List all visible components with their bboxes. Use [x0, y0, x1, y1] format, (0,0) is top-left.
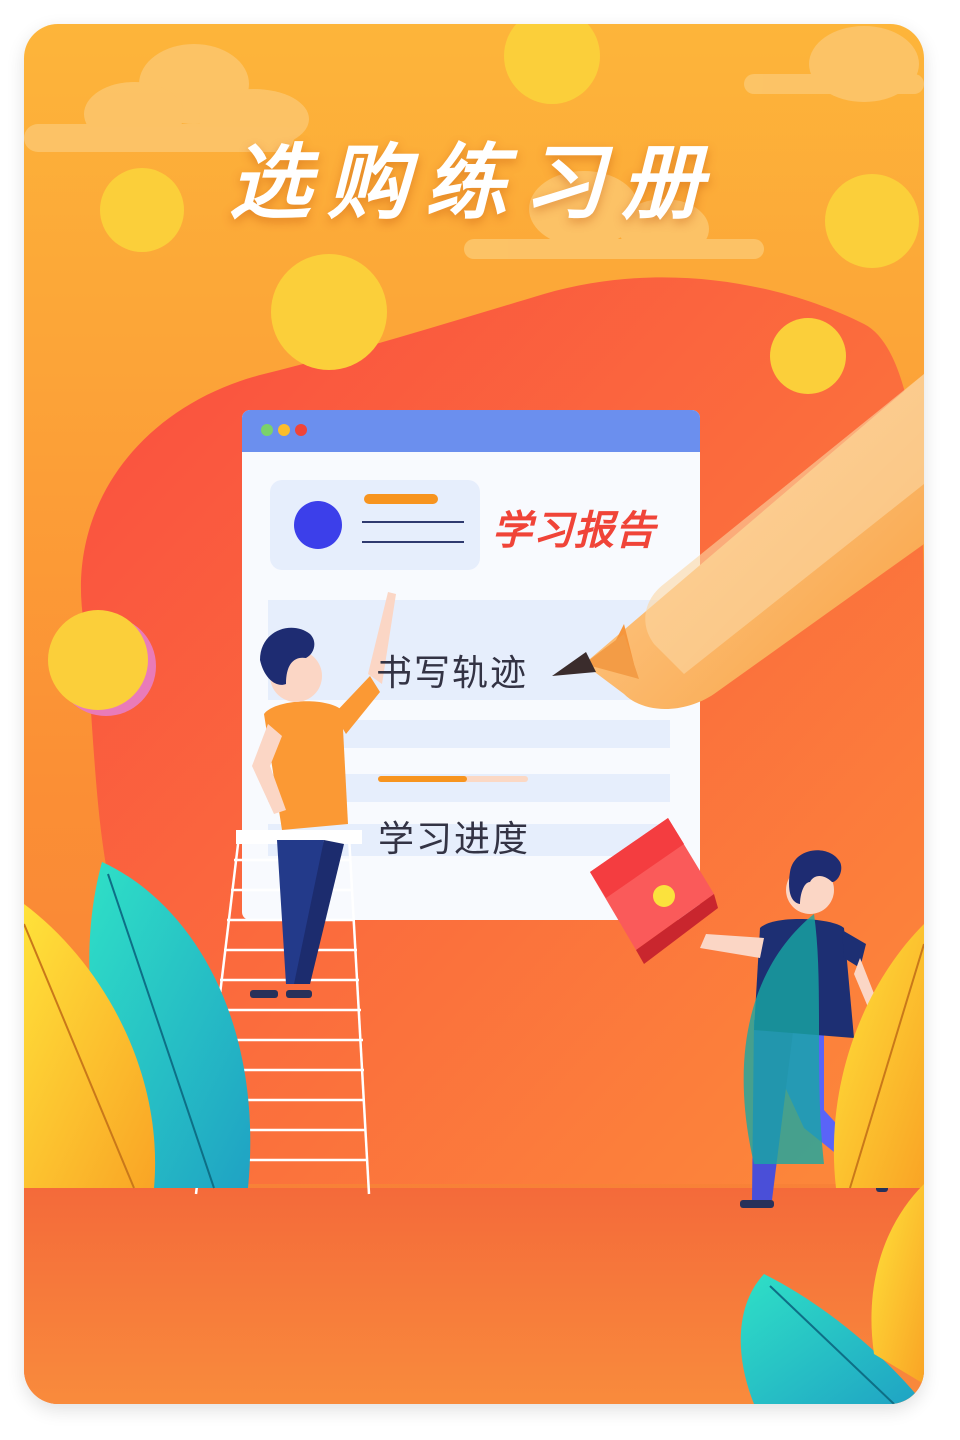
writing-trace-text: 书写轨迹	[376, 653, 529, 694]
avatar	[294, 501, 342, 549]
window-dot-green	[261, 424, 273, 436]
progress-fill	[378, 776, 467, 782]
learning-progress-text: 学习进度	[378, 819, 531, 860]
poster-card: 选购练习册 学习报告 书写轨迹 学习进度	[24, 24, 924, 1404]
window-dot-red	[295, 424, 307, 436]
report-label: 学习报告	[492, 508, 656, 554]
page-title: 选购练习册	[229, 136, 719, 231]
window-dot-yellow	[278, 424, 290, 436]
